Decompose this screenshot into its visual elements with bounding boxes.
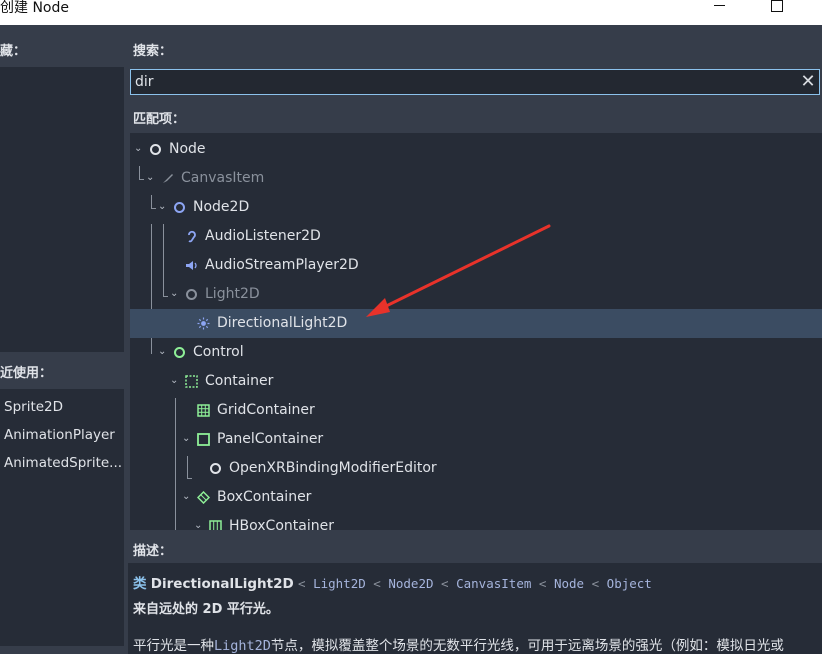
recent-item[interactable]: AnimationPlayer bbox=[4, 427, 122, 443]
recent-item[interactable]: AnimatedSprite... bbox=[4, 455, 122, 471]
window-titlebar: 创建 Node bbox=[0, 0, 822, 25]
inheritance-sep: < bbox=[373, 576, 381, 591]
tree-row-label: AudioListener2D bbox=[205, 228, 321, 244]
description-body: 平行光是一种Light2D节点，模拟覆盖整个场景的无数平行光线，可用于远离场景的… bbox=[133, 634, 784, 654]
tree-row-openxrbindingmodifiereditor[interactable]: OpenXRBindingModifierEditor bbox=[130, 454, 822, 483]
node2d-circle-icon bbox=[174, 202, 185, 213]
tree-row-label: Control bbox=[193, 344, 244, 360]
inheritance-link[interactable]: Node bbox=[554, 576, 584, 591]
speaker-icon bbox=[186, 261, 197, 270]
chevron-down-icon[interactable]: ⌄ bbox=[134, 144, 144, 154]
tree-row-label: PanelContainer bbox=[217, 431, 324, 447]
tree-row-node2d[interactable]: ⌄ Node2D bbox=[130, 193, 822, 222]
description-label: 描述： bbox=[133, 544, 173, 559]
recent-list[interactable]: Sprite2D AnimationPlayer AnimatedSprite.… bbox=[0, 389, 124, 646]
tree-row-label: AudioStreamPlayer2D bbox=[205, 257, 359, 273]
tree-row-label: HBoxContainer bbox=[229, 518, 334, 530]
tree-row-boxcontainer[interactable]: ⌄ BoxContainer bbox=[130, 483, 822, 512]
node-circle-icon bbox=[150, 144, 161, 155]
tree-row-container[interactable]: ⌄ Container bbox=[130, 367, 822, 396]
inheritance-sep: < bbox=[538, 576, 547, 591]
chevron-down-icon[interactable]: ⌄ bbox=[170, 376, 180, 386]
class-keyword: 类 bbox=[133, 576, 147, 592]
tree-row-control[interactable]: ⌄ Control bbox=[130, 338, 822, 367]
window-title: 创建 Node bbox=[0, 0, 69, 16]
recent-item[interactable]: Sprite2D bbox=[4, 399, 122, 415]
inheritance-link[interactable]: Node2D bbox=[388, 576, 433, 591]
chevron-down-icon[interactable]: ⌄ bbox=[182, 492, 192, 502]
tree-row-label: Container bbox=[205, 373, 274, 389]
inheritance-chain: < Light2D < Node2D < CanvasItem < Node <… bbox=[298, 576, 652, 591]
tree-row-light2d[interactable]: ⌄ Light2D bbox=[130, 280, 822, 309]
description-code-link[interactable]: Light2D bbox=[214, 638, 271, 654]
matches-label: 匹配项： bbox=[133, 112, 186, 127]
tree-row-audiolistener2d[interactable]: AudioListener2D bbox=[130, 222, 822, 251]
panel-icon bbox=[197, 433, 210, 446]
tree-row-directionallight2d[interactable]: DirectionalLight2D bbox=[130, 309, 822, 338]
chevron-down-icon[interactable]: ⌄ bbox=[158, 347, 168, 357]
brush-icon bbox=[163, 174, 173, 183]
class-name: DirectionalLight2D bbox=[150, 576, 294, 592]
container-icon bbox=[185, 375, 198, 388]
chevron-down-icon[interactable]: ⌄ bbox=[182, 434, 192, 444]
node-circle-icon bbox=[210, 463, 221, 474]
search-field[interactable]: ✕ bbox=[130, 69, 820, 95]
description-panel: 类 DirectionalLight2D < Light2D < Node2D … bbox=[128, 563, 822, 654]
inheritance-link[interactable]: CanvasItem bbox=[456, 576, 531, 591]
inheritance-sep: < bbox=[591, 576, 600, 591]
description-body-text: 节点，模拟覆盖整个场景的无数平行光线，可用于远离场景的强光（例如：模拟日光或 bbox=[270, 638, 784, 654]
ear-icon bbox=[188, 230, 196, 243]
tree-row-label: BoxContainer bbox=[217, 489, 312, 505]
tree-row-label: Light2D bbox=[205, 286, 260, 302]
sun-icon bbox=[197, 317, 210, 330]
tree-row-label: Node bbox=[169, 141, 206, 157]
favorites-list[interactable] bbox=[0, 67, 124, 352]
tree-row-canvasitem[interactable]: ⌄ CanvasItem bbox=[130, 164, 822, 193]
description-body-text: 平行光是一种 bbox=[133, 638, 214, 654]
control-circle-icon bbox=[174, 347, 185, 358]
chevron-down-icon[interactable]: ⌄ bbox=[194, 521, 204, 531]
light2d-circle-icon bbox=[186, 289, 197, 300]
chevron-down-icon[interactable]: ⌄ bbox=[170, 289, 180, 299]
search-label: 搜索： bbox=[133, 44, 173, 59]
tree-row-label: DirectionalLight2D bbox=[217, 315, 348, 331]
inheritance-sep: < bbox=[441, 576, 449, 591]
tree-row-audiostreamplayer2d[interactable]: AudioStreamPlayer2D bbox=[130, 251, 822, 280]
chevron-down-icon[interactable]: ⌄ bbox=[158, 202, 168, 212]
tree-row-label: GridContainer bbox=[217, 402, 315, 418]
tree-row-gridcontainer[interactable]: GridContainer bbox=[130, 396, 822, 425]
description-title: 类 DirectionalLight2D < Light2D < Node2D … bbox=[133, 572, 652, 592]
clear-icon[interactable]: ✕ bbox=[799, 73, 817, 91]
tree-row-node[interactable]: ⌄ Node bbox=[130, 135, 822, 164]
tree-row-hboxcontainer[interactable]: ⌄ HBoxContainer bbox=[130, 512, 822, 530]
inheritance-link[interactable]: Light2D bbox=[313, 576, 366, 591]
tree-row-label: OpenXRBindingModifierEditor bbox=[229, 460, 437, 476]
grid-icon bbox=[197, 404, 210, 417]
minimize-button[interactable] bbox=[709, 0, 729, 14]
hbox-icon bbox=[209, 520, 222, 530]
match-tree[interactable]: ⌄ Node ⌄ CanvasItem ⌄ Node2D AudioListen… bbox=[130, 133, 822, 530]
tree-row-label: CanvasItem bbox=[181, 170, 265, 186]
search-input[interactable] bbox=[135, 72, 785, 92]
chevron-down-icon[interactable]: ⌄ bbox=[146, 173, 156, 183]
right-pane: 搜索： ✕ 匹配项： ⌄ Node ⌄ CanvasItem ⌄ bbox=[128, 25, 822, 654]
tree-row-label: Node2D bbox=[193, 199, 250, 215]
favorites-label: 藏： bbox=[0, 44, 27, 59]
maximize-button[interactable] bbox=[769, 0, 789, 14]
description-brief: 来自远处的 2D 平行光。 bbox=[133, 602, 279, 617]
recent-label: 近使用： bbox=[0, 366, 53, 381]
tree-row-panelcontainer[interactable]: ⌄ PanelContainer bbox=[130, 425, 822, 454]
inheritance-link[interactable]: Object bbox=[607, 576, 652, 591]
left-pane: 藏： 近使用： Sprite2D AnimationPlayer Animate… bbox=[0, 25, 128, 646]
box-container-icon bbox=[197, 491, 210, 504]
inheritance-sep: < bbox=[298, 576, 306, 591]
